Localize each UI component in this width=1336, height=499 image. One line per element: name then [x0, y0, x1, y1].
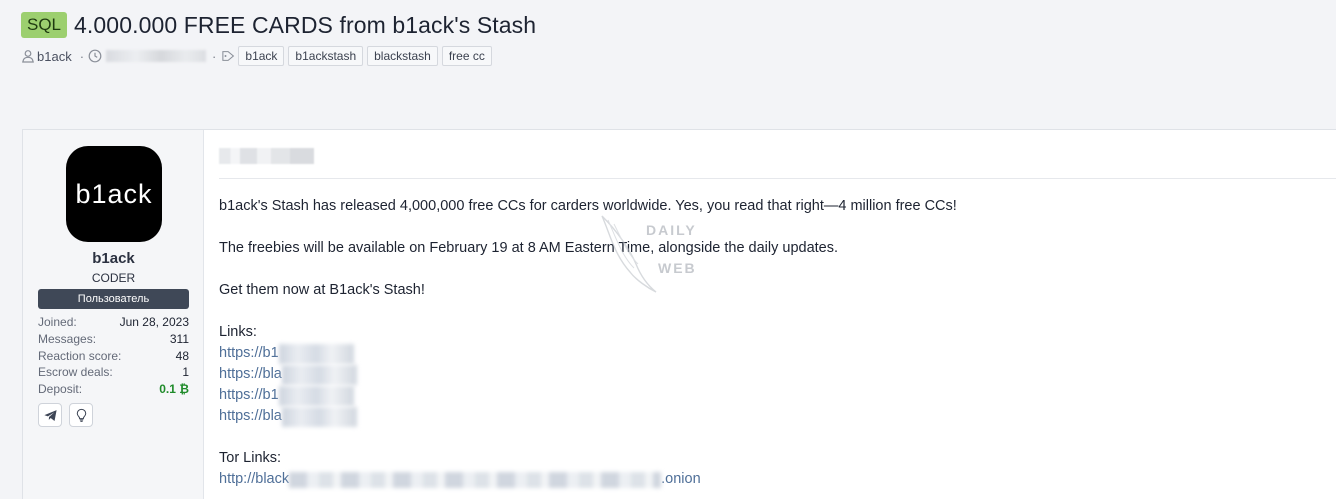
thread-author-link[interactable]: b1ack [37, 49, 72, 64]
redacted-url-part [281, 364, 357, 385]
watermark-text: WEB [658, 260, 697, 276]
thread-meta: b1ack · · b1ack b1ackstash blackstash fr… [21, 46, 1336, 66]
stat-label: Escrow deals: [38, 365, 113, 380]
stat-value: Jun 28, 2023 [119, 315, 189, 329]
redacted-url-part [289, 471, 662, 488]
telegram-icon [43, 409, 57, 421]
tag-link[interactable]: blackstash [367, 46, 438, 66]
redacted-url-part [278, 385, 354, 406]
tor-links-heading: Tor Links: [219, 450, 282, 466]
stat-label: Deposit: [38, 382, 83, 397]
redacted-url-part [281, 406, 357, 427]
clearnet-link[interactable]: https://b1 [219, 385, 1119, 406]
deposit-value: 0.1 ₿ [159, 382, 189, 397]
stat-label: Reaction score: [38, 348, 122, 363]
lightbulb-icon [76, 408, 86, 422]
tag-link[interactable]: b1ack [238, 46, 285, 66]
post-content: b1ack's Stash has released 4,000,000 fre… [205, 130, 1336, 499]
clock-icon [88, 49, 102, 63]
links-heading: Links: [219, 324, 257, 340]
user-role-banner: Пользователь [38, 289, 189, 309]
username-link[interactable]: b1ack [23, 250, 204, 267]
user-icon [22, 50, 34, 63]
stat-value: 48 [175, 348, 189, 363]
thread-header: SQL 4.000.000 FREE CARDS from b1ack's St… [21, 10, 1336, 66]
thread-title: 4.000.000 FREE CARDS from b1ack's Stash [74, 11, 537, 38]
post-divider [219, 178, 1336, 179]
meta-separator: · [212, 48, 217, 64]
post-date-redacted[interactable] [219, 148, 314, 164]
link-text: https://b1 [219, 387, 279, 403]
stat-value: 1 [182, 365, 189, 380]
user-stats: Joined: Jun 28, 2023 Messages: 311 React… [38, 314, 189, 398]
stat-label: Joined: [38, 315, 77, 329]
tag-link[interactable]: b1ackstash [288, 46, 364, 66]
clearnet-link[interactable]: https://bla [219, 364, 1119, 385]
link-text: http://black [219, 471, 290, 487]
lightbulb-button[interactable] [69, 403, 93, 427]
stat-row-joined: Joined: Jun 28, 2023 [38, 314, 189, 331]
clearnet-link[interactable]: https://bla [219, 406, 1119, 427]
link-text: .onion [661, 471, 701, 487]
tag-link[interactable]: free cc [441, 46, 492, 66]
clearnet-link[interactable]: https://b1 [219, 343, 1119, 364]
title-row: SQL 4.000.000 FREE CARDS from b1ack's St… [21, 10, 1336, 40]
tag-icon [222, 51, 235, 61]
stat-label: Messages: [38, 331, 97, 346]
thread-date-redacted[interactable] [106, 50, 207, 62]
watermark-text: DAILY [646, 222, 697, 238]
user-title: CODER [91, 271, 136, 285]
stat-row-escrow-deals: Escrow deals: 1 [38, 364, 189, 381]
watermark: DAILY WEB [590, 214, 730, 294]
link-text: https://b1 [219, 345, 279, 361]
meta-separator: · [79, 48, 85, 64]
avatar[interactable]: b1ack [66, 146, 162, 242]
link-text: https://bla [219, 408, 282, 424]
tor-link[interactable]: http://black .onion [219, 469, 1119, 490]
stat-value[interactable]: 311 [170, 331, 189, 348]
contact-buttons [38, 403, 93, 427]
redacted-url-part [278, 343, 354, 364]
stat-row-deposit: Deposit: 0.1 ₿ [38, 381, 189, 398]
stat-row-messages: Messages: 311 [38, 331, 189, 348]
telegram-button[interactable] [38, 403, 62, 427]
link-text: https://bla [219, 366, 282, 382]
post-user-panel: b1ack b1ack CODER Пользователь Joined: J… [23, 130, 204, 499]
post: b1ack b1ack CODER Пользователь Joined: J… [22, 129, 1336, 499]
thread-prefix-badge[interactable]: SQL [21, 12, 68, 38]
stat-row-reaction-score: Reaction score: 48 [38, 348, 189, 365]
